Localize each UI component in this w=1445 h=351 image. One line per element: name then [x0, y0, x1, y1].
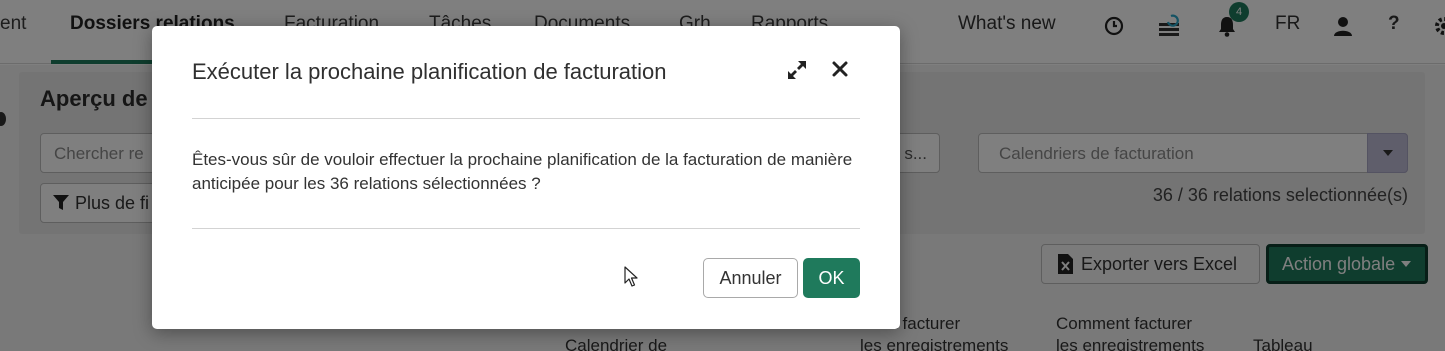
- cancel-button[interactable]: Annuler: [703, 258, 798, 298]
- mouse-cursor-icon: [624, 266, 638, 287]
- dialog-title: Exécuter la prochaine planification de f…: [192, 59, 667, 84]
- dialog-divider: [192, 228, 860, 229]
- dialog-divider: [192, 118, 860, 119]
- close-icon[interactable]: [828, 57, 852, 81]
- dialog-message: Êtes-vous sûr de vouloir effectuer la pr…: [192, 150, 853, 193]
- ok-button[interactable]: OK: [803, 258, 860, 298]
- expand-icon[interactable]: [785, 58, 809, 82]
- confirm-dialog: Exécuter la prochaine planification de f…: [152, 26, 900, 329]
